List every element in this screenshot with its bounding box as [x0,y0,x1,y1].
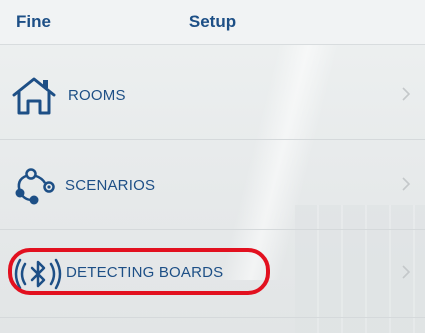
divider [0,317,425,318]
scenarios-icon [15,168,55,205]
navigation-bar: Fine Setup [0,0,425,45]
chevron-right-icon [402,177,411,191]
chevron-right-icon [402,87,411,101]
menu-item-label: ROOMS [68,87,126,104]
house-icon [12,77,56,115]
page-title: Setup [188,12,237,31]
menu-item-label: SCENARIOS [65,177,156,194]
highlight-annotation [8,248,270,295]
menu-item-rooms[interactable]: ROOMS [0,50,425,140]
menu-item-scenarios[interactable]: SCENARIOS [0,140,425,230]
chevron-right-icon [402,265,411,279]
